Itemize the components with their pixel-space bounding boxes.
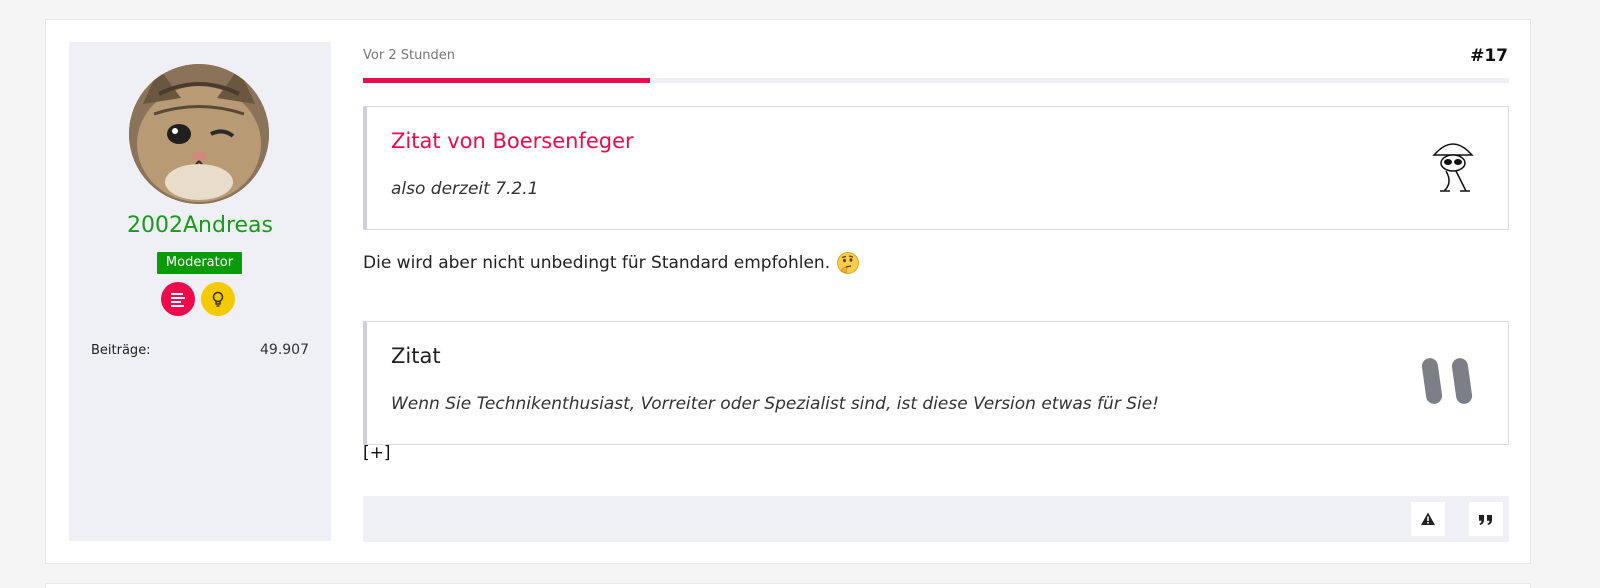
quote-block-generic: Zitat Wenn Sie Technikenthusiast, Vorrei…	[363, 321, 1509, 445]
quote-button[interactable]	[1469, 502, 1503, 536]
expand-button[interactable]: [+]	[363, 443, 391, 463]
spy-character-avatar	[1432, 143, 1474, 192]
post-body-text: Die wird aber nicht unbedingt für Standa…	[363, 251, 860, 275]
avatar[interactable]	[129, 64, 269, 204]
username[interactable]: 2002Andreas	[69, 213, 331, 238]
post-progress-track	[363, 78, 1509, 83]
post-timestamp[interactable]: Vor 2 Stunden	[363, 48, 455, 63]
post-body-line: Die wird aber nicht unbedingt für Standa…	[363, 253, 831, 273]
lightbulb-award-icon	[212, 291, 224, 307]
post-card: 2002Andreas Moderator Beiträge: 49.907 V…	[45, 19, 1531, 564]
posts-count-value: 49.907	[260, 342, 309, 358]
post-number[interactable]: #17	[1470, 46, 1508, 66]
award-lightbulb[interactable]	[201, 282, 235, 316]
quote-icon	[1479, 515, 1492, 525]
posts-count-label: Beiträge:	[91, 343, 151, 358]
award-list[interactable]	[161, 282, 195, 316]
report-icon	[1421, 512, 1435, 525]
role-badge: Moderator	[157, 252, 242, 274]
quote-mark-icon	[1422, 358, 1473, 404]
kitten-avatar-image	[129, 64, 269, 204]
next-post-card	[45, 583, 1531, 588]
post-progress-fill	[363, 78, 650, 83]
post-footer-bar	[363, 496, 1509, 542]
list-award-icon	[171, 293, 185, 307]
quote-block-boersenfeger: Zitat von Boersenfeger also derzeit 7.2.…	[363, 106, 1509, 230]
thinking-face-icon	[837, 252, 860, 274]
quote-text: also derzeit 7.2.1	[391, 179, 539, 199]
quote-title[interactable]: Zitat von Boersenfeger	[391, 129, 634, 153]
author-sidebar: 2002Andreas Moderator Beiträge: 49.907	[69, 42, 331, 541]
quote-title: Zitat	[391, 344, 441, 368]
quote-text: Wenn Sie Technikenthusiast, Vorreiter od…	[391, 394, 1159, 414]
report-button[interactable]	[1411, 502, 1445, 536]
